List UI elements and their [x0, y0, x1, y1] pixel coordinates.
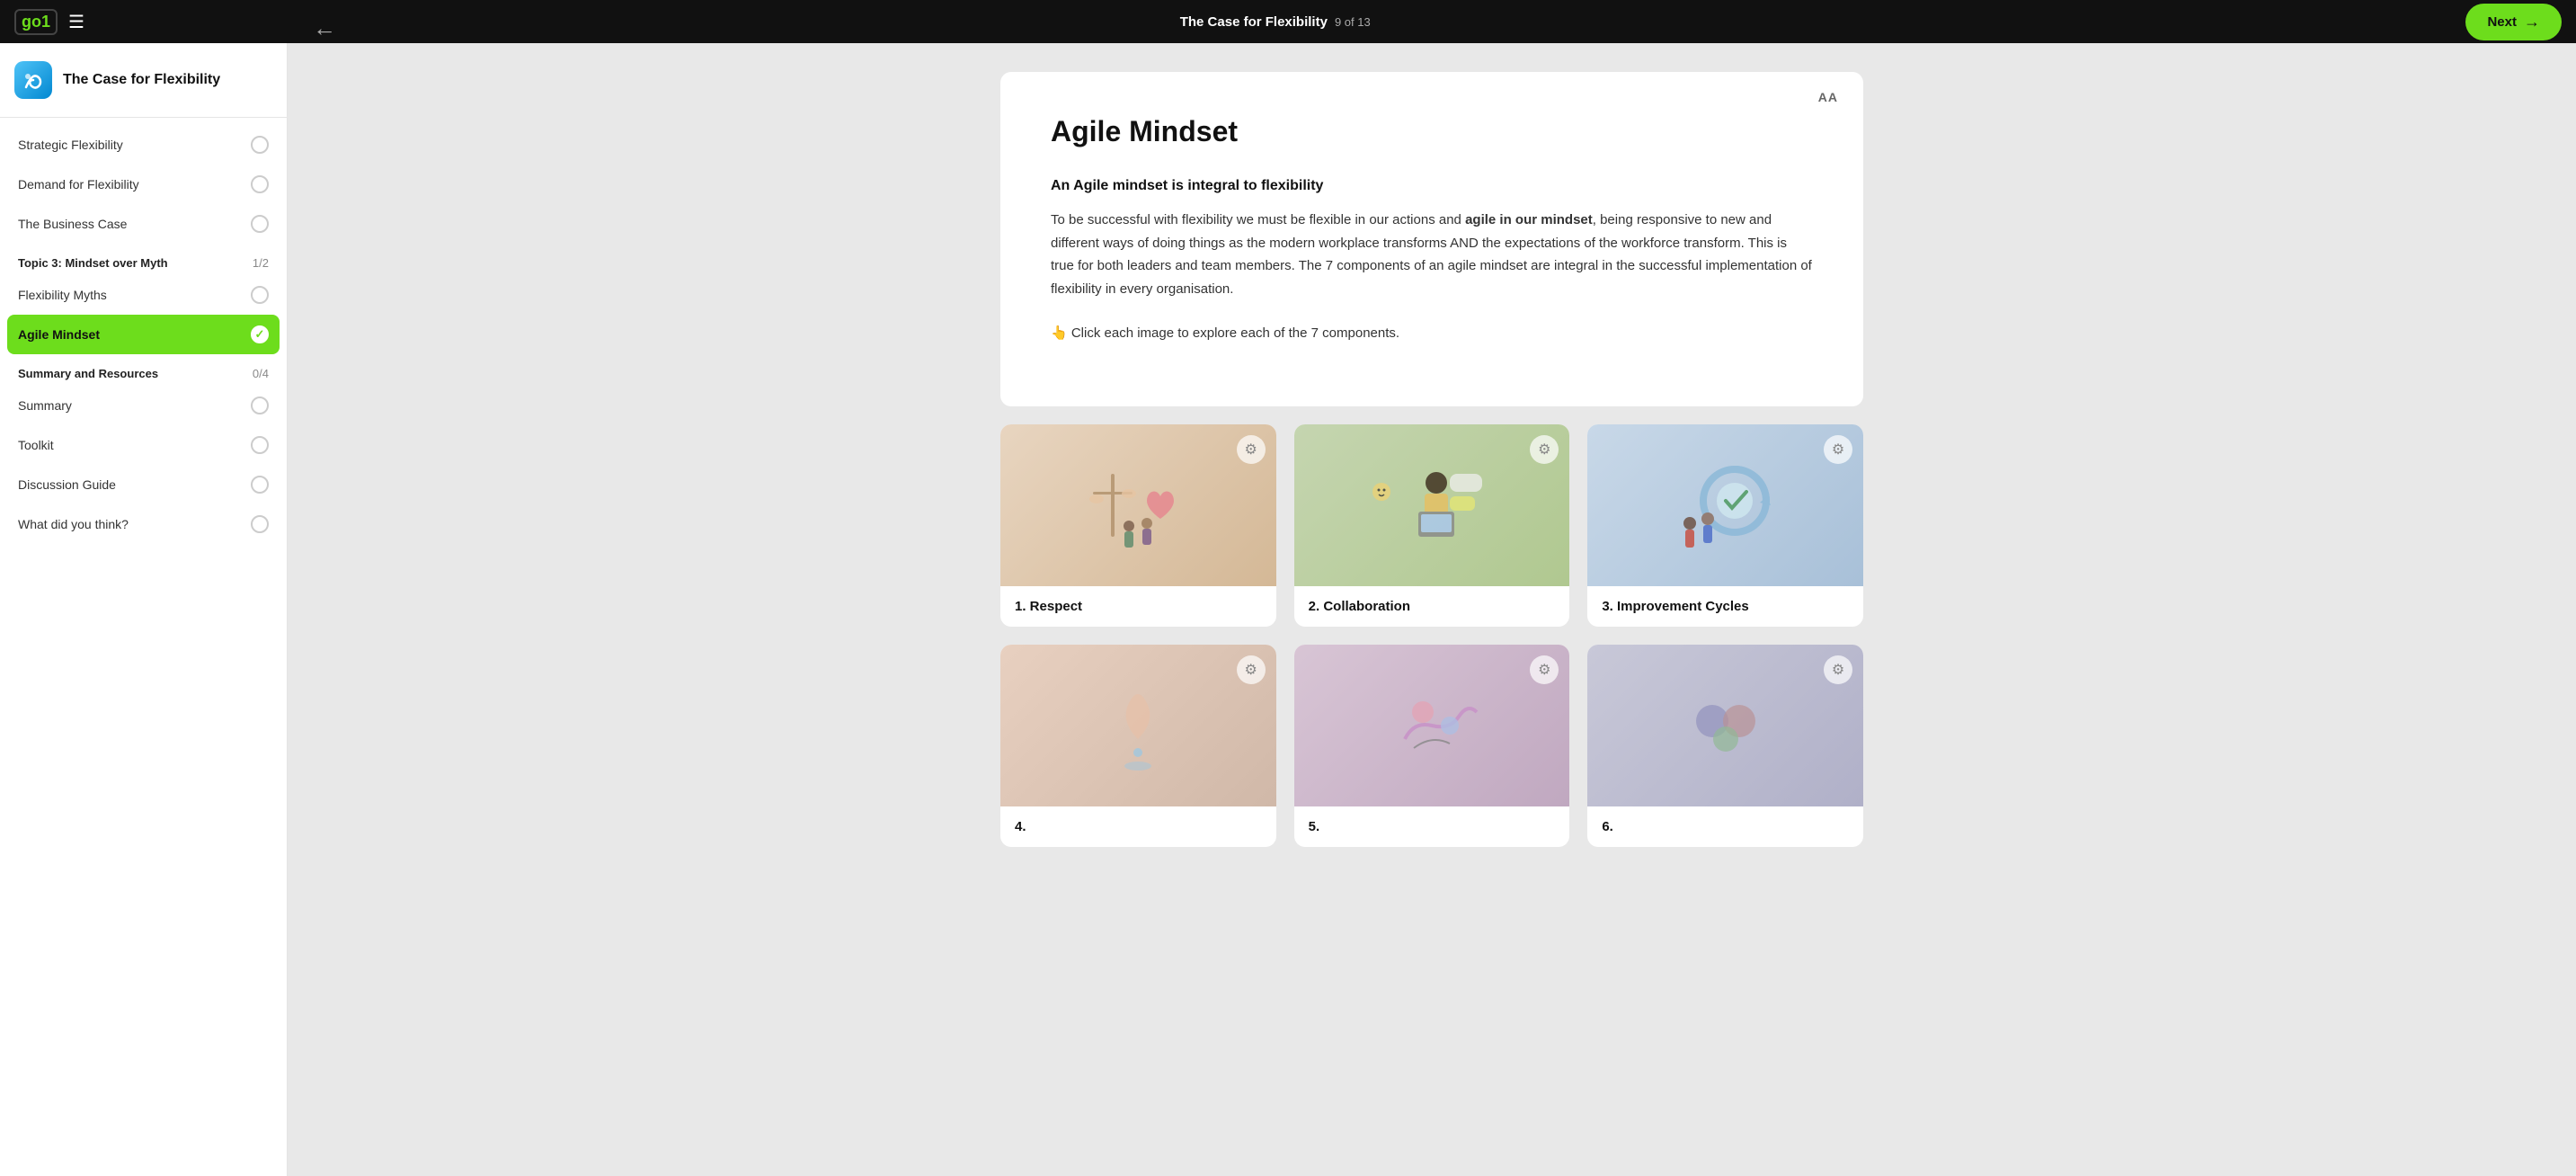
gear-icon: ⚙	[1824, 435, 1852, 464]
gear-icon: ⚙	[1237, 655, 1266, 684]
card-label-collaboration: 2. Collaboration	[1294, 586, 1570, 627]
sidebar-item-demand-for-flexibility[interactable]: Demand for Flexibility	[0, 165, 287, 204]
click-hint: 👆 Click each image to explore each of th…	[1051, 322, 1813, 345]
topic3-label: Topic 3: Mindset over Myth	[18, 256, 168, 270]
main-layout: The Case for Flexibility Strategic Flexi…	[0, 43, 2576, 1176]
sidebar-item-the-business-case[interactable]: The Business Case	[0, 204, 287, 244]
card-4[interactable]: ⚙ 4.	[1000, 645, 1276, 847]
summary-section-count: 0/4	[253, 367, 269, 380]
topic3-count: 1/2	[253, 256, 269, 270]
card-collaboration[interactable]: ⚙	[1294, 424, 1570, 627]
content-paragraph: To be successful with flexibility we mus…	[1051, 209, 1813, 300]
radio-icon	[251, 515, 269, 533]
top-bar: go1 ☰ The Case for Flexibility 9 of 13 N…	[0, 0, 2576, 43]
sidebar-item-label: Demand for Flexibility	[18, 177, 139, 192]
para-start: To be successful with flexibility we mus…	[1051, 212, 1465, 227]
card-5[interactable]: ⚙ 5.	[1294, 645, 1570, 847]
radio-icon	[251, 436, 269, 454]
radio-icon	[251, 215, 269, 233]
gear-icon: ⚙	[1824, 655, 1852, 684]
radio-icon	[251, 396, 269, 414]
sidebar-item-agile-mindset[interactable]: Agile Mindset ✓	[7, 315, 280, 354]
top-bar-left: go1 ☰	[14, 9, 84, 35]
sidebar-item-label: Toolkit	[18, 438, 54, 452]
sidebar-logo-icon	[14, 61, 52, 99]
card-respect[interactable]: ⚙	[1000, 424, 1276, 627]
sidebar-item-label: The Business Case	[18, 217, 127, 231]
sidebar-item-label: Agile Mindset	[18, 327, 100, 342]
gear-icon: ⚙	[1530, 435, 1559, 464]
sidebar-item-summary[interactable]: Summary	[0, 386, 287, 425]
cards-grid: ⚙	[1000, 424, 1863, 847]
content-area: AA Agile Mindset An Agile mindset is int…	[288, 43, 2576, 1176]
card-image-collaboration: ⚙	[1294, 424, 1570, 586]
radio-icon	[251, 175, 269, 193]
radio-icon	[251, 286, 269, 304]
card5-illustration	[1294, 645, 1570, 806]
check-icon: ✓	[251, 325, 269, 343]
sidebar-item-discussion-guide[interactable]: Discussion Guide	[0, 465, 287, 504]
card-image-improvement: ⚙	[1587, 424, 1863, 586]
sidebar-item-flexibility-myths[interactable]: Flexibility Myths	[0, 275, 287, 315]
card-image-6: ⚙	[1587, 645, 1863, 806]
card-image-4: ⚙	[1000, 645, 1276, 806]
sidebar-course-title: The Case for Flexibility	[63, 72, 220, 88]
card-image-5: ⚙	[1294, 645, 1570, 806]
sidebar-item-label: What did you think?	[18, 517, 129, 531]
card-label-6: 6.	[1587, 806, 1863, 847]
radio-icon	[251, 136, 269, 154]
topic3-header: Topic 3: Mindset over Myth 1/2	[0, 244, 287, 275]
card-label-5: 5.	[1294, 806, 1570, 847]
card6-illustration	[1587, 645, 1863, 806]
content-title: Agile Mindset	[1051, 115, 1813, 148]
next-label: Next	[2487, 14, 2517, 30]
card-label-improvement-cycles: 3. Improvement Cycles	[1587, 586, 1863, 627]
back-button[interactable]: ←	[306, 7, 343, 49]
sidebar-item-label: Strategic Flexibility	[18, 138, 123, 152]
sidebar-item-toolkit[interactable]: Toolkit	[0, 425, 287, 465]
sidebar-item-label: Summary	[18, 398, 72, 413]
sidebar-item-strategic-flexibility[interactable]: Strategic Flexibility	[0, 125, 287, 165]
font-size-button[interactable]: AA	[1818, 90, 1838, 104]
sidebar: The Case for Flexibility Strategic Flexi…	[0, 43, 288, 1176]
collaboration-illustration	[1294, 424, 1570, 586]
card-improvement-cycles[interactable]: ⚙	[1587, 424, 1863, 627]
sidebar-header: The Case for Flexibility	[0, 43, 287, 118]
improvement-illustration	[1587, 424, 1863, 586]
sidebar-item-label: Discussion Guide	[18, 477, 116, 492]
para-bold: agile in our mindset	[1465, 212, 1593, 227]
card-label-4: 4.	[1000, 806, 1276, 847]
summary-section-header: Summary and Resources 0/4	[0, 354, 287, 386]
next-arrow-icon: →	[2524, 13, 2540, 31]
next-button[interactable]: Next →	[2465, 4, 2562, 40]
topbar-progress: 9 of 13	[1335, 15, 1371, 29]
top-bar-center: The Case for Flexibility 9 of 13	[1180, 14, 1371, 30]
radio-icon	[251, 476, 269, 494]
go1-logo: go1	[14, 9, 58, 35]
summary-section-label: Summary and Resources	[18, 367, 158, 380]
card4-illustration	[1000, 645, 1276, 806]
content-subtitle: An Agile mindset is integral to flexibil…	[1051, 174, 1813, 198]
gear-icon: ⚙	[1530, 655, 1559, 684]
card-label-respect: 1. Respect	[1000, 586, 1276, 627]
respect-illustration	[1000, 424, 1276, 586]
card-6[interactable]: ⚙ 6.	[1587, 645, 1863, 847]
topbar-course-title: The Case for Flexibility	[1180, 14, 1328, 30]
sidebar-items: Strategic Flexibility Demand for Flexibi…	[0, 118, 287, 551]
sidebar-item-what-did-you-think[interactable]: What did you think?	[0, 504, 287, 544]
menu-icon[interactable]: ☰	[68, 11, 84, 33]
sidebar-item-label: Flexibility Myths	[18, 288, 107, 302]
card-image-respect: ⚙	[1000, 424, 1276, 586]
gear-icon: ⚙	[1237, 435, 1266, 464]
content-card: AA Agile Mindset An Agile mindset is int…	[1000, 72, 1863, 406]
